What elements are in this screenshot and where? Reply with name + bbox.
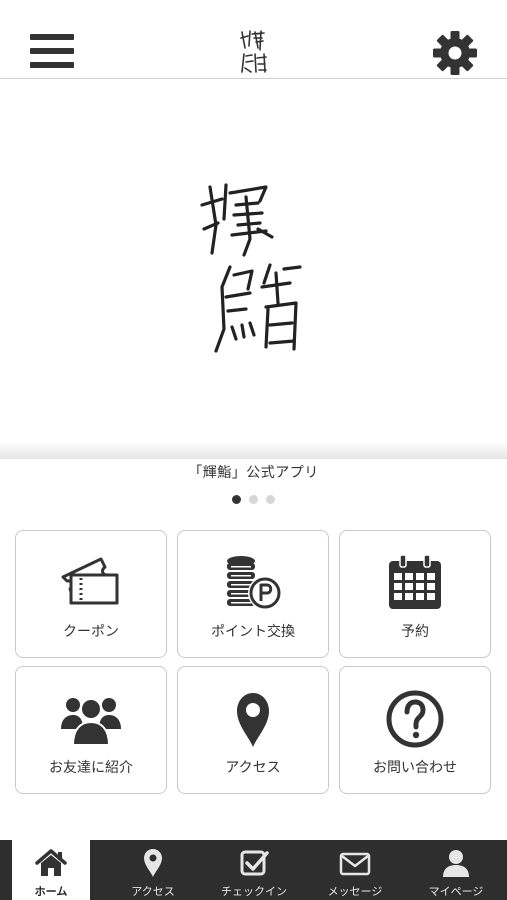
slide-dot[interactable] — [232, 495, 241, 504]
brand-logo-calligraphy — [200, 183, 302, 353]
tab-checkin[interactable]: チェックイン — [215, 840, 293, 900]
tab-label: マイページ — [428, 885, 484, 898]
slide-dot[interactable] — [249, 495, 258, 504]
tile-label: お問い合わせ — [373, 760, 457, 776]
tab-label: アクセス — [131, 885, 175, 898]
tab-access[interactable]: アクセス — [114, 840, 192, 900]
tab-label: チェックイン — [221, 885, 287, 898]
tab-home[interactable]: ホーム — [12, 840, 90, 900]
tab-label: ホーム — [34, 885, 68, 898]
question-circle-icon — [386, 690, 444, 748]
tile-label: ポイント交換 — [211, 624, 295, 640]
tab-label: メッセージ — [327, 885, 383, 898]
ticket-icon — [61, 557, 119, 605]
inquiry-tile[interactable]: お問い合わせ — [339, 666, 491, 794]
tile-label: クーポン — [63, 624, 119, 640]
refer-friend-tile[interactable]: お友達に紹介 — [15, 666, 167, 794]
tile-label: 予約 — [401, 624, 429, 640]
checkbox-icon — [240, 850, 269, 876]
reservation-tile[interactable]: 予約 — [339, 530, 491, 658]
coupon-tile[interactable]: クーポン — [15, 530, 167, 658]
tab-message[interactable]: メッセージ — [316, 840, 394, 900]
slide-pagination — [0, 495, 507, 504]
tile-label: アクセス — [225, 760, 281, 776]
calendar-icon — [389, 554, 441, 609]
hamburger-menu-icon[interactable] — [30, 34, 74, 68]
access-tile[interactable]: アクセス — [177, 666, 329, 794]
home-icon — [35, 849, 67, 876]
slide-dot[interactable] — [266, 495, 275, 504]
gear-icon[interactable] — [432, 30, 478, 76]
envelope-icon — [339, 852, 371, 876]
point-exchange-tile[interactable]: ポイント交換 — [177, 530, 329, 658]
hero-caption: 「輝鮨」公式アプリ — [188, 465, 319, 481]
coins-point-icon — [227, 556, 282, 610]
map-pin-icon — [144, 849, 162, 877]
tile-label: お友達に紹介 — [49, 760, 133, 776]
hero-banner[interactable] — [0, 79, 507, 455]
hero-divider-shadow — [0, 441, 507, 459]
map-pin-icon — [237, 693, 269, 747]
people-group-icon — [61, 698, 121, 746]
bottom-tab-bar: ホーム アクセス チェックイン メッセージ マイページ — [0, 840, 507, 900]
brand-logo-small — [240, 30, 267, 73]
tab-mypage[interactable]: マイページ — [417, 840, 495, 900]
person-icon — [443, 850, 469, 877]
app-header — [0, 0, 507, 79]
